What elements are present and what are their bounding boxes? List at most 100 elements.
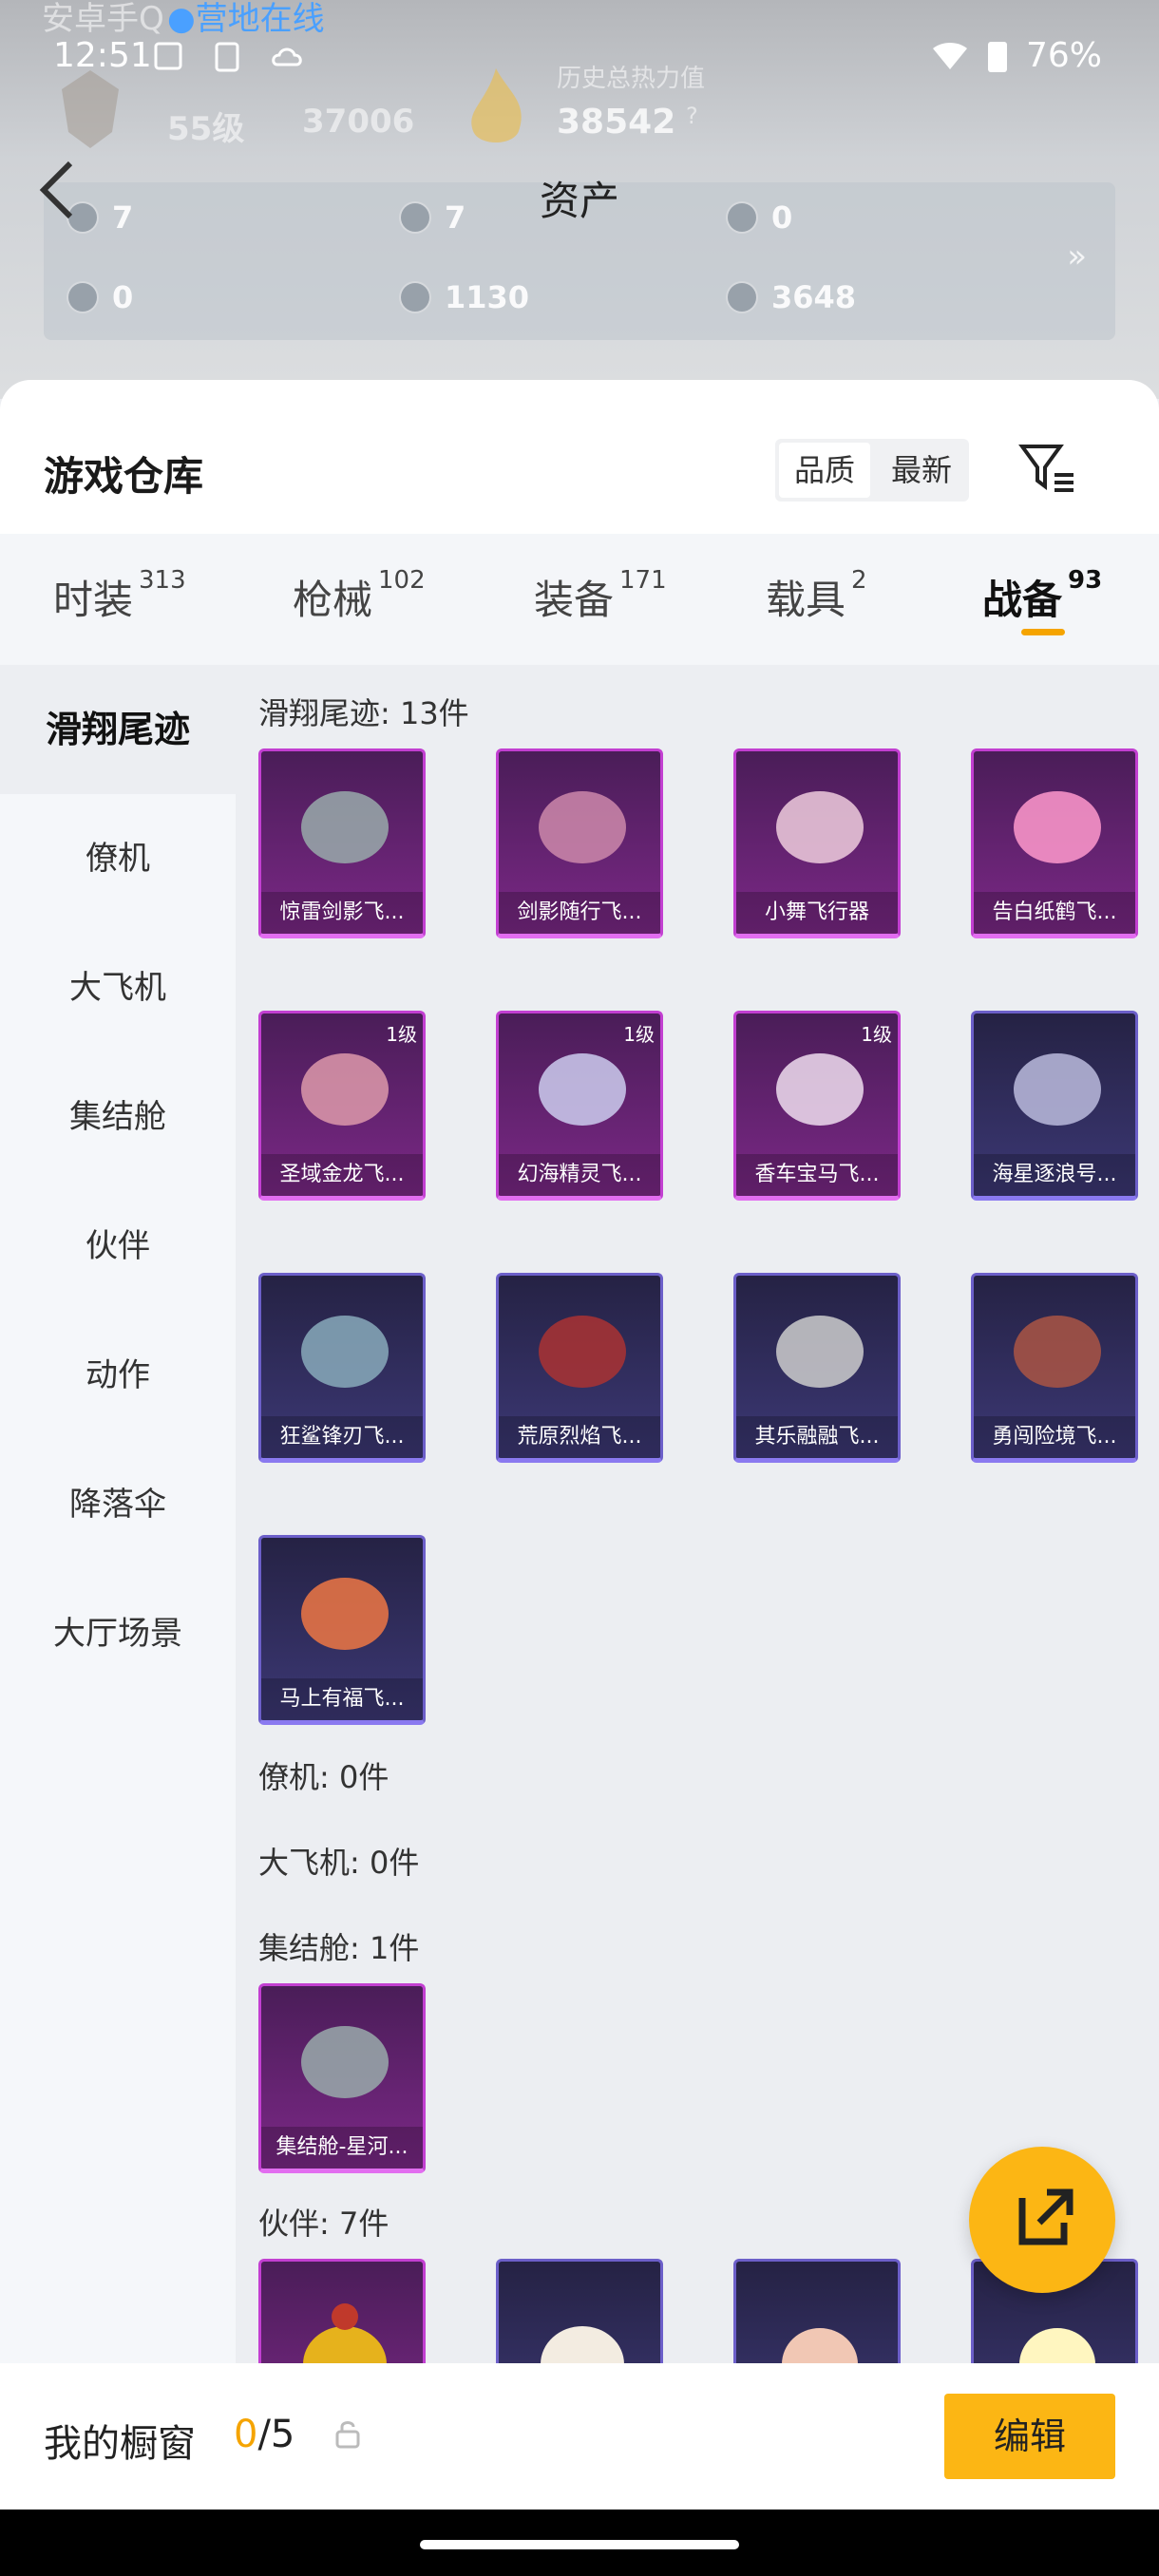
tab-weapons[interactable]: 枪械 102	[293, 566, 426, 626]
item-art-icon	[301, 1053, 389, 1126]
sidebar-item-glide-trail[interactable]: 滑翔尾迹	[0, 665, 236, 794]
wifi-icon	[932, 42, 967, 69]
bg-history-value: 38542	[557, 103, 676, 142]
item-card[interactable]: 惊雷剑影飞...	[258, 748, 426, 938]
status-bar: 12:51 76%	[0, 28, 1159, 95]
item-name: 荒原烈焰飞...	[499, 1416, 660, 1458]
home-gesture-handle[interactable]	[420, 2540, 739, 2549]
sort-newest-button[interactable]: 最新	[874, 439, 969, 502]
item-name: 马上有福飞...	[261, 1678, 423, 1720]
silver-coin-icon	[399, 281, 431, 313]
bg-help: ?	[686, 103, 698, 129]
item-art-icon	[776, 1316, 864, 1388]
warehouse-sheet: 游戏仓库 品质 最新 时装 313 枪械 102 装备 171 载具 2 战备 93 滑翔…	[0, 380, 1159, 2365]
item-card[interactable]: 荒原烈焰飞...	[496, 1273, 663, 1463]
sidebar-item-pod[interactable]: 集结舱	[0, 1052, 236, 1182]
item-card[interactable]: 马上有福飞...	[258, 1535, 426, 1725]
item-grid-area: 滑翔尾迹: 13件 惊雷剑影飞... 剑影随行飞... 小舞飞行器 告白纸鹤飞... 1…	[236, 665, 1159, 2365]
page-title: 资产	[539, 178, 619, 224]
partner-chick-icon	[303, 2303, 387, 2365]
showcase-label: 我的橱窗	[44, 2422, 196, 2466]
tab-equipment[interactable]: 装备 171	[534, 566, 667, 626]
item-card[interactable]: 剑影随行飞...	[496, 748, 663, 938]
sidebar: 滑翔尾迹 僚机 大飞机 集结舱 伙伴 动作 降落伞 大厅场景	[0, 665, 236, 2365]
item-art-icon	[301, 1316, 389, 1388]
item-art-icon	[539, 1316, 626, 1388]
partner-sheep-icon	[541, 2326, 624, 2365]
warehouse-title: 游戏仓库	[44, 453, 204, 500]
item-art-icon	[1014, 791, 1101, 863]
partner-doll-icon	[782, 2328, 858, 2365]
edit-button[interactable]: 编辑	[944, 2394, 1115, 2479]
item-card[interactable]: 狂鲨锋刃飞...	[258, 1273, 426, 1463]
asset-item: 0	[66, 279, 133, 315]
item-art-icon	[776, 791, 864, 863]
sidebar-item-emote[interactable]: 动作	[0, 1311, 236, 1440]
item-art-icon	[539, 791, 626, 863]
item-level-badge: 1级	[861, 1023, 892, 1046]
section-title-partner: 伙伴: 7件	[258, 2206, 390, 2242]
lock-icon	[335, 2421, 360, 2449]
tab-readiness[interactable]: 战备 93	[982, 566, 1102, 626]
item-card[interactable]: 1级香车宝马飞...	[733, 1011, 901, 1201]
item-card[interactable]: 集结舱-星河...	[258, 1983, 426, 2173]
item-name: 幻海精灵飞...	[499, 1154, 660, 1196]
bronze-coin-icon	[726, 281, 758, 313]
sidebar-item-lobby-scene[interactable]: 大厅场景	[0, 1569, 236, 1698]
item-card-partner[interactable]	[496, 2259, 663, 2365]
bg-level: 55级	[167, 110, 245, 148]
bg-points: 37006	[302, 103, 415, 141]
item-art-icon	[1014, 1316, 1101, 1388]
asset-item: 3648	[726, 279, 856, 315]
item-card[interactable]: 其乐融融飞...	[733, 1273, 901, 1463]
ticket-icon	[66, 281, 99, 313]
item-name: 勇闯险境飞...	[974, 1416, 1135, 1458]
share-fab-button[interactable]	[969, 2147, 1115, 2293]
asset-item: 1130	[399, 279, 529, 315]
item-name: 告白纸鹤飞...	[974, 892, 1135, 934]
clipboard-icon	[215, 42, 239, 72]
item-card-partner[interactable]	[258, 2259, 426, 2365]
screenshot-icon	[154, 42, 182, 70]
sidebar-item-wingman[interactable]: 僚机	[0, 794, 236, 923]
item-art-icon	[301, 791, 389, 863]
item-level-badge: 1级	[386, 1023, 417, 1046]
item-card[interactable]: 告白纸鹤飞...	[971, 748, 1138, 938]
item-name: 香车宝马飞...	[736, 1154, 898, 1196]
tab-fashion[interactable]: 时装 313	[53, 566, 186, 626]
section-title-glide: 滑翔尾迹: 13件	[258, 695, 469, 731]
item-art-icon	[301, 1578, 389, 1650]
sidebar-item-partner[interactable]: 伙伴	[0, 1182, 236, 1311]
filter-icon[interactable]	[1016, 437, 1079, 500]
item-art-icon	[301, 2026, 389, 2098]
battery-level: 76%	[1025, 36, 1102, 75]
item-card[interactable]: 1级幻海精灵飞...	[496, 1011, 663, 1201]
item-art-icon	[539, 1053, 626, 1126]
item-name: 剑影随行飞...	[499, 892, 660, 934]
sidebar-item-parachute[interactable]: 降落伞	[0, 1440, 236, 1569]
showcase-bar: 我的橱窗 0/5 编辑	[0, 2363, 1159, 2510]
item-name: 小舞飞行器	[736, 892, 898, 934]
item-art-icon	[1014, 1053, 1101, 1126]
item-card[interactable]: 勇闯险境飞...	[971, 1273, 1138, 1463]
tab-vehicles[interactable]: 载具 2	[766, 566, 867, 626]
showcase-count: 0/5	[234, 2413, 295, 2456]
item-level-badge: 1级	[623, 1023, 655, 1046]
item-name: 其乐融融飞...	[736, 1416, 898, 1458]
item-card[interactable]: 海星逐浪号...	[971, 1011, 1138, 1201]
sidebar-item-big-plane[interactable]: 大飞机	[0, 923, 236, 1052]
cloud-icon	[272, 47, 302, 66]
status-time: 12:51	[53, 36, 152, 75]
sort-quality-button[interactable]: 品质	[779, 443, 870, 498]
item-card[interactable]: 小舞飞行器	[733, 748, 901, 938]
item-card-partner[interactable]	[733, 2259, 901, 2365]
section-title-wingman: 僚机: 0件	[258, 1759, 390, 1795]
chevron-right-double-icon[interactable]: »	[1067, 237, 1087, 275]
sort-toggle: 品质 最新	[775, 439, 969, 502]
system-nav-bar	[0, 2510, 1159, 2576]
item-name: 集结舱-星河...	[261, 2127, 423, 2169]
item-name: 狂鲨锋刃飞...	[261, 1416, 423, 1458]
active-tab-indicator	[1021, 629, 1065, 635]
item-name: 惊雷剑影飞...	[261, 892, 423, 934]
item-card[interactable]: 1级 圣域金龙飞...	[258, 1011, 426, 1201]
